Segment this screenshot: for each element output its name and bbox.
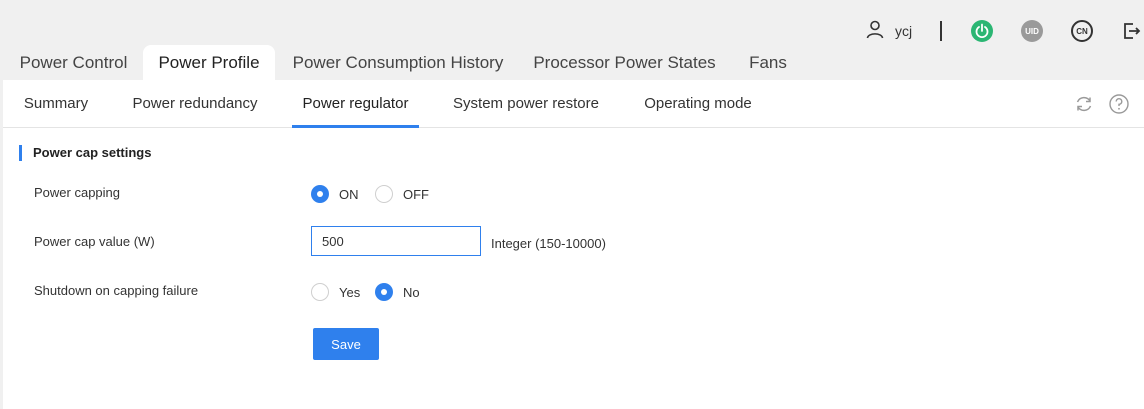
- user-menu[interactable]: ycj: [865, 20, 912, 42]
- sub-tabs: Summary Power redundancy Power regulator…: [3, 80, 1144, 128]
- power-capping-label: Power capping: [34, 185, 120, 200]
- power-cap-value-label: Power cap value (W): [34, 234, 155, 249]
- logout-icon[interactable]: [1120, 20, 1142, 42]
- shutdown-on-failure-label: Shutdown on capping failure: [34, 283, 199, 298]
- top-header: ycj UID CN: [0, 0, 1144, 45]
- tab-power-profile[interactable]: Power Profile: [143, 45, 275, 80]
- save-button[interactable]: Save: [313, 328, 379, 360]
- tab-power-consumption-history[interactable]: Power Consumption History: [283, 45, 513, 80]
- radio-label: Yes: [339, 284, 361, 300]
- radio-label: ON: [339, 186, 359, 202]
- tab-power-control[interactable]: Power Control: [10, 45, 137, 80]
- language-icon[interactable]: CN: [1071, 20, 1093, 42]
- username: ycj: [895, 23, 913, 39]
- refresh-icon[interactable]: [1073, 93, 1095, 115]
- main-tabs: Power Control Power Profile Power Consum…: [0, 45, 1144, 80]
- user-icon: [865, 19, 885, 44]
- radio-dot: [375, 283, 393, 301]
- tab-fans[interactable]: Fans: [740, 45, 796, 80]
- radio-dot: [311, 283, 329, 301]
- content-panel: Summary Power redundancy Power regulator…: [3, 80, 1144, 409]
- radio-label: OFF: [403, 186, 429, 202]
- header-divider: [940, 21, 942, 41]
- subtab-system-power-restore[interactable]: System power restore: [446, 80, 606, 128]
- help-icon[interactable]: [1108, 93, 1130, 115]
- tab-processor-power-states[interactable]: Processor Power States: [527, 45, 722, 80]
- subtab-power-regulator[interactable]: Power regulator: [292, 80, 419, 128]
- subtab-summary[interactable]: Summary: [15, 80, 97, 128]
- subtab-power-redundancy[interactable]: Power redundancy: [125, 80, 265, 128]
- power-capping-off-radio[interactable]: OFF: [375, 184, 429, 204]
- power-icon[interactable]: [971, 20, 993, 42]
- radio-dot: [311, 185, 329, 203]
- radio-dot: [375, 185, 393, 203]
- power-capping-on-radio[interactable]: ON: [311, 184, 359, 204]
- shutdown-yes-radio[interactable]: Yes: [311, 282, 360, 302]
- subtab-operating-mode[interactable]: Operating mode: [636, 80, 760, 128]
- radio-label: No: [403, 284, 420, 300]
- power-cap-value-hint: Integer (150-10000): [491, 236, 606, 251]
- uid-icon[interactable]: UID: [1021, 20, 1043, 42]
- section-title: Power cap settings: [19, 145, 151, 161]
- power-cap-value-input[interactable]: [311, 226, 481, 256]
- shutdown-no-radio[interactable]: No: [375, 282, 420, 302]
